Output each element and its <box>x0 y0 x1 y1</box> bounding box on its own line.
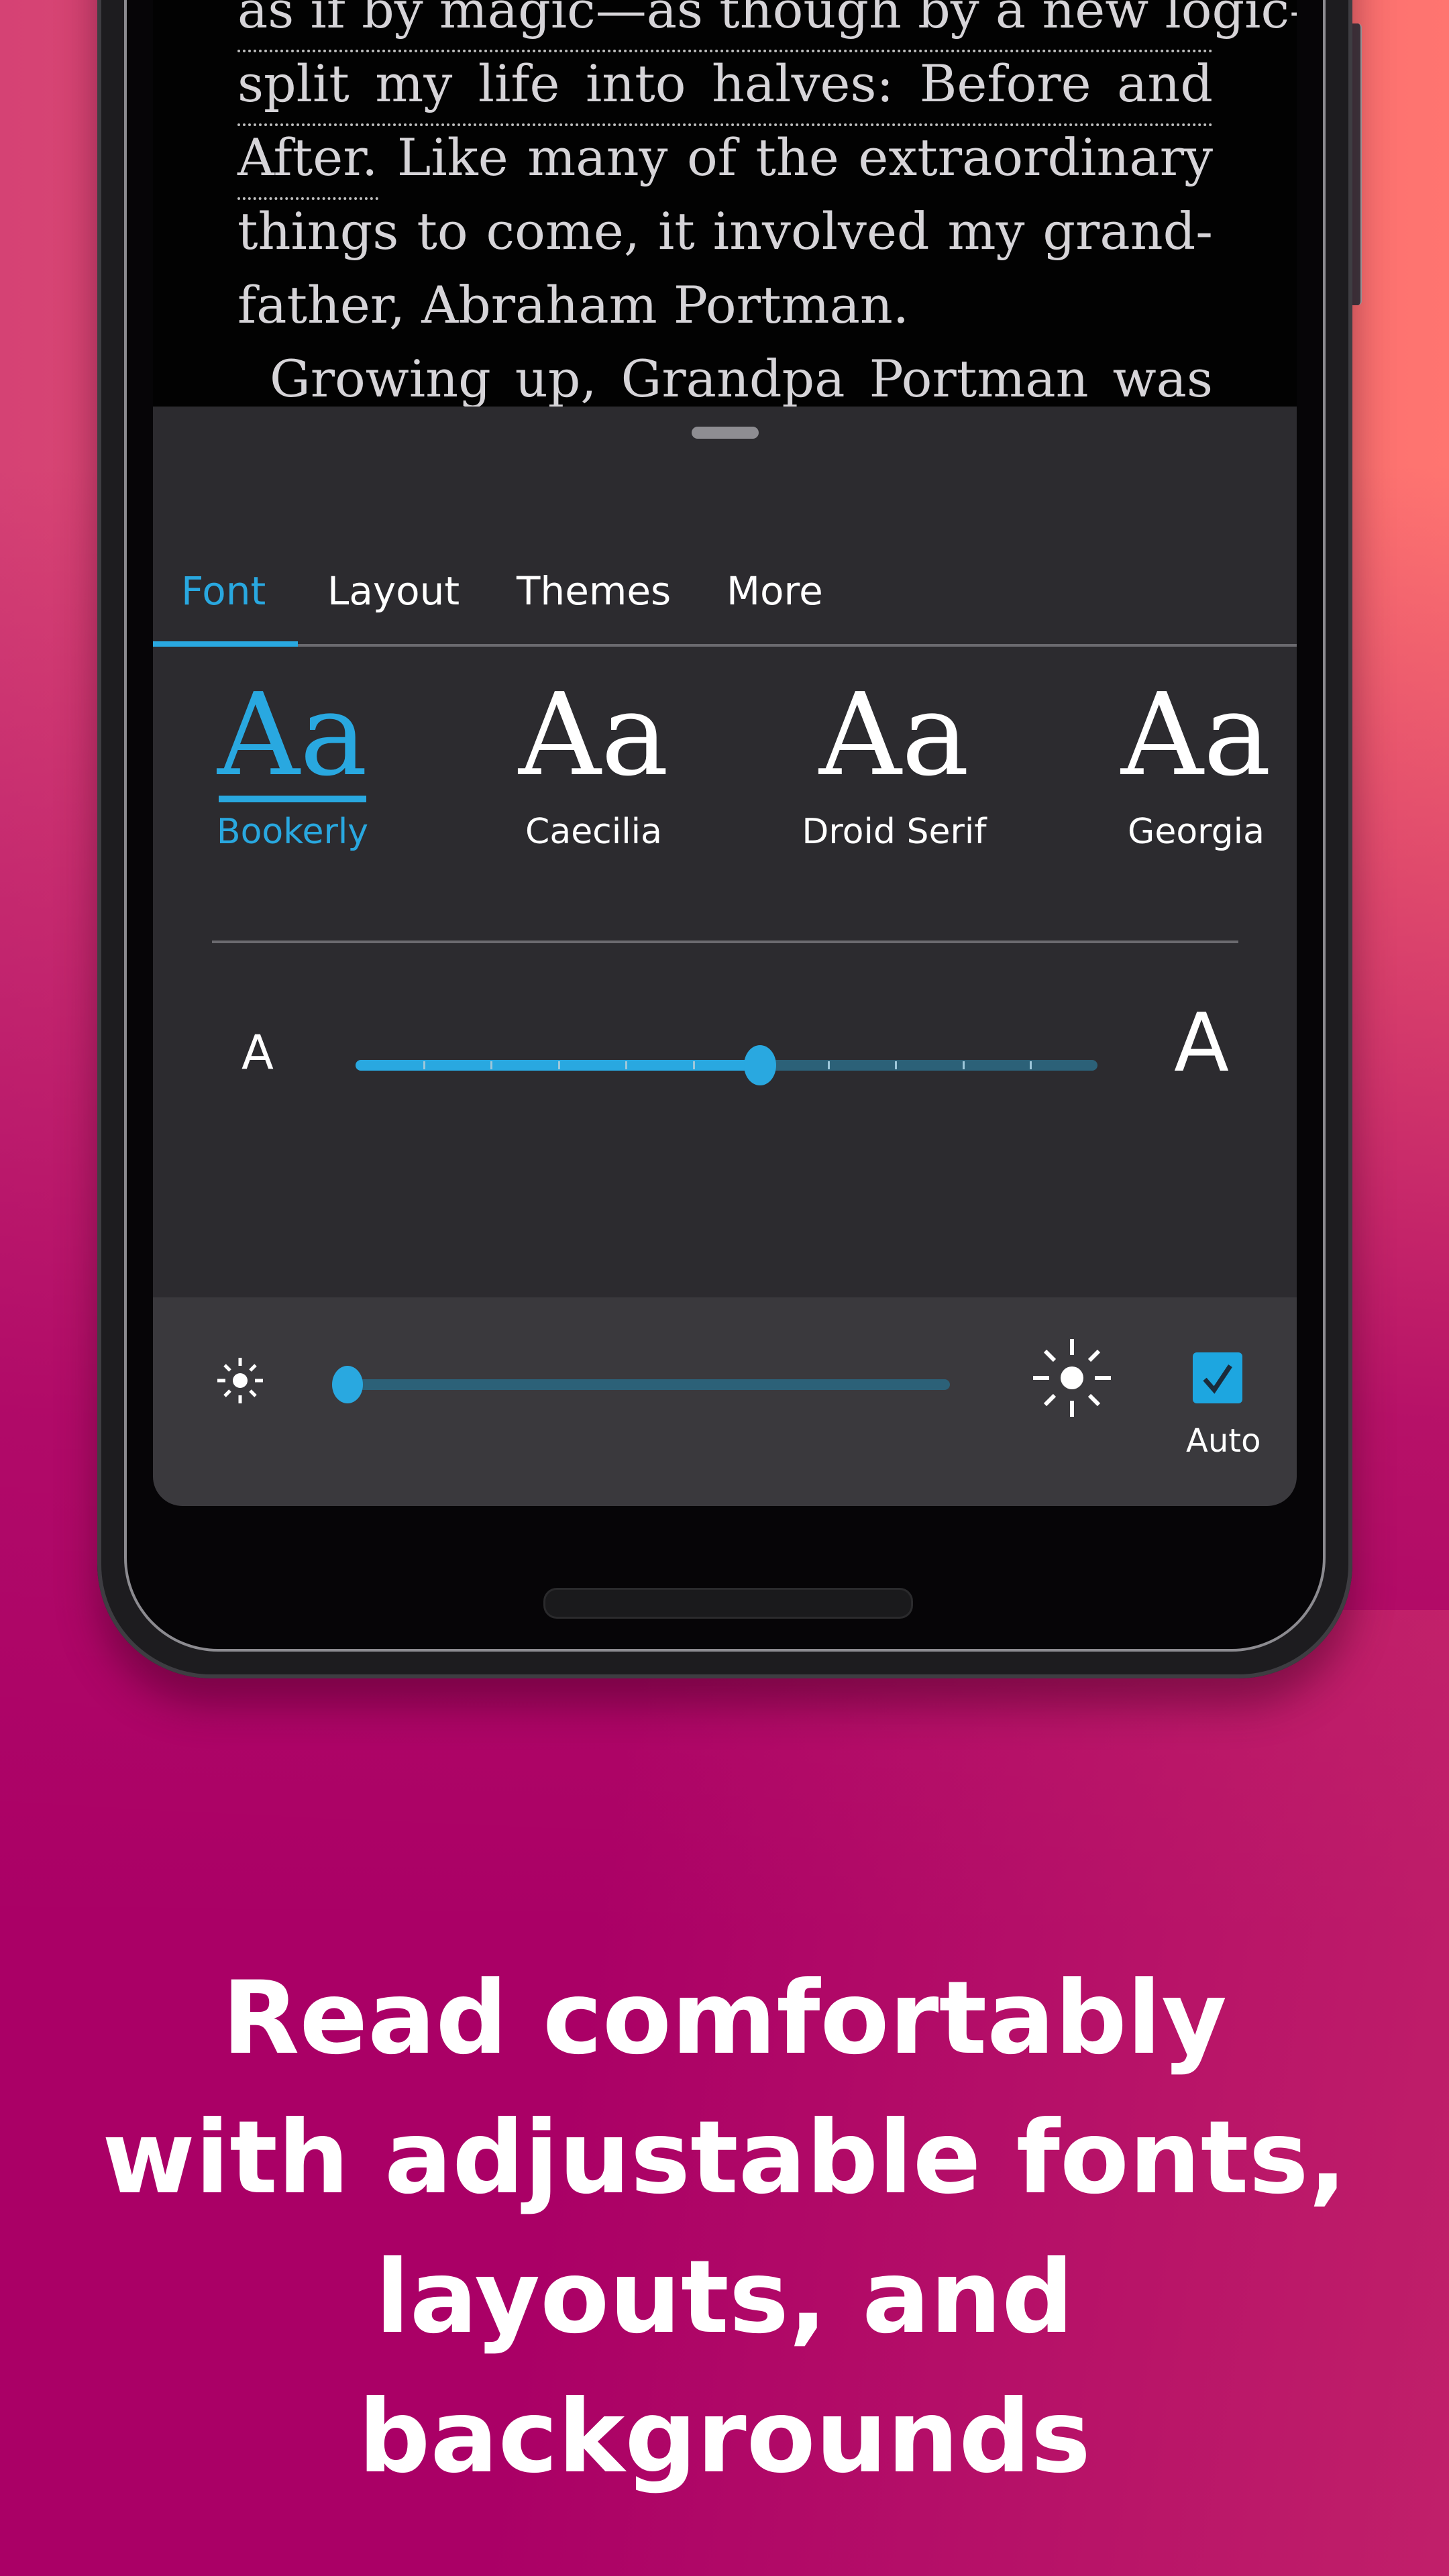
font-size-tick <box>962 1061 965 1069</box>
font-size-row: A A <box>153 983 1297 1118</box>
font-size-tick <box>557 1061 560 1069</box>
tab-layout[interactable]: Layout <box>327 554 460 644</box>
font-name: Georgia <box>1128 812 1265 852</box>
book-line: father, Abraham Portman. <box>237 275 910 335</box>
font-name: Caecilia <box>525 812 662 852</box>
font-sample: Aa <box>1120 669 1272 802</box>
phone-screen: as if by magic—as though by a new logic—… <box>153 0 1297 1506</box>
brightness-slider-thumb[interactable] <box>332 1366 363 1403</box>
font-size-slider[interactable] <box>356 1045 1097 1085</box>
font-choices: Aa Bookerly Aa Caecilia Aa Droid Serif A… <box>153 675 1297 863</box>
font-size-tick <box>827 1061 830 1069</box>
font-size-slider-thumb[interactable] <box>744 1045 777 1085</box>
brightness-low-icon <box>217 1358 263 1403</box>
font-size-tick <box>490 1061 493 1069</box>
book-line: Growing up, Grandpa Portman was <box>270 349 1213 409</box>
font-option-bookerly[interactable]: Aa Bookerly <box>185 675 400 859</box>
font-size-tick <box>625 1061 628 1069</box>
brightness-high-icon <box>1033 1339 1111 1417</box>
tab-more[interactable]: More <box>727 554 823 644</box>
phone-side-button <box>1352 23 1362 305</box>
tab-themes[interactable]: Themes <box>517 554 671 644</box>
font-sample: Aa <box>518 669 669 802</box>
headline-line: layouts, and backgrounds <box>358 2239 1091 2496</box>
font-name: Droid Serif <box>802 812 987 852</box>
font-size-tick <box>423 1061 425 1069</box>
font-name: Bookerly <box>216 812 369 852</box>
brightness-bar: Auto <box>153 1297 1297 1506</box>
font-option-caecilia[interactable]: Aa Caecilia <box>486 675 701 859</box>
book-line-highlighted[interactable]: After. Like many of the extraordinary <box>237 121 1213 200</box>
font-size-tick <box>1030 1061 1032 1069</box>
font-size-small-icon: A <box>241 1025 274 1080</box>
tab-font[interactable]: Font <box>181 554 266 644</box>
book-line: things to come, it involved my grand- <box>237 201 1213 261</box>
font-option-droid-serif[interactable]: Aa Droid Serif <box>787 675 1002 859</box>
auto-brightness-checkbox[interactable] <box>1193 1352 1242 1403</box>
drag-handle[interactable] <box>692 427 759 439</box>
phone-speaker <box>543 1588 913 1619</box>
checkmark-icon <box>1203 1364 1232 1394</box>
book-line-highlighted[interactable]: split my life into halves: Before and <box>237 47 1213 126</box>
font-size-tick <box>692 1061 695 1069</box>
reading-settings-panel: Font Layout Themes More Aa Bookerly Aa C… <box>153 407 1297 1506</box>
active-tab-indicator <box>153 641 298 647</box>
settings-tabs: Font Layout Themes More <box>153 554 1297 647</box>
font-size-tick <box>895 1061 898 1069</box>
font-sample: Aa <box>818 669 970 802</box>
font-sample: Aa <box>217 669 368 802</box>
font-option-georgia[interactable]: Aa Georgia <box>1089 675 1297 859</box>
headline-line: with adjustable fonts, <box>102 2100 1347 2216</box>
font-size-large-icon: A <box>1174 997 1230 1090</box>
auto-brightness-label: Auto <box>1186 1422 1261 1460</box>
divider <box>212 941 1238 943</box>
book-line: as if by magic—as though by a new logic—… <box>237 0 1297 52</box>
headline-line: Read comfortably <box>221 1960 1228 2077</box>
brightness-slider[interactable] <box>332 1366 950 1403</box>
promo-headline: Read comfortably with adjustable fonts, … <box>0 1949 1449 2507</box>
